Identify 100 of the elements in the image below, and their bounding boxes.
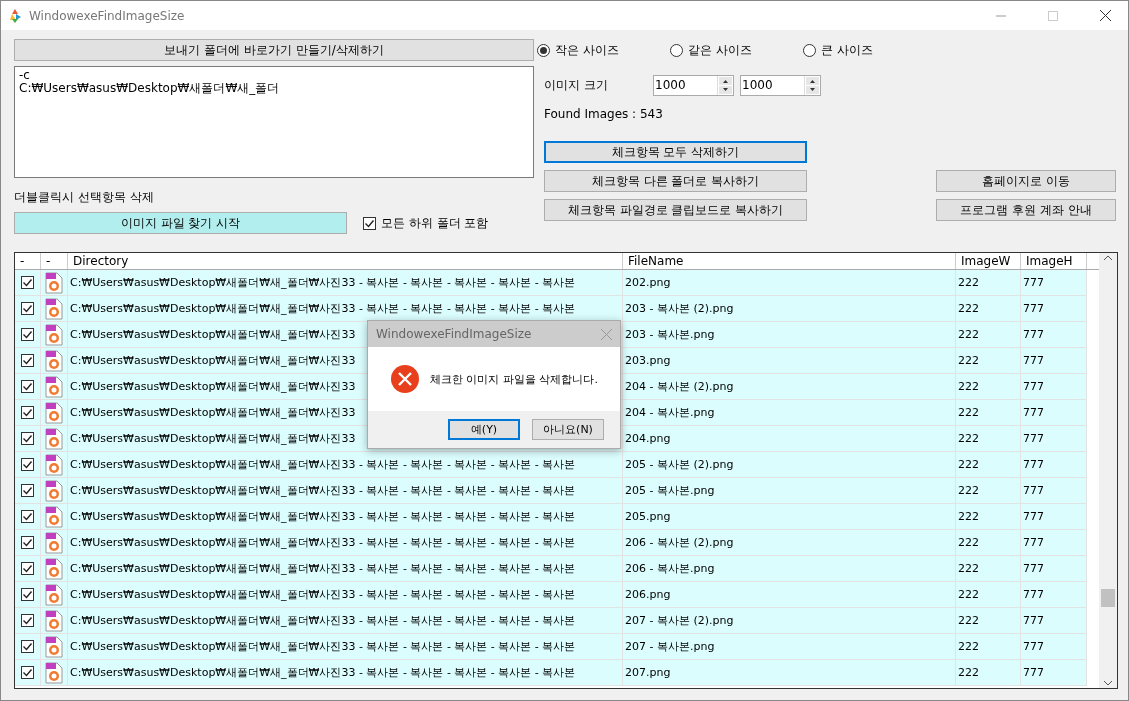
- column-header[interactable]: FileName: [623, 253, 956, 269]
- checkbox[interactable]: [21, 328, 34, 341]
- filename-cell: 203 - 복사본.png: [623, 322, 956, 348]
- radio-button[interactable]: [537, 43, 550, 57]
- column-header[interactable]: ImageW: [956, 253, 1021, 269]
- checkbox[interactable]: [21, 484, 34, 497]
- filename-cell: 206 - 복사본 (2).png: [623, 530, 956, 556]
- width-cell: 222: [956, 608, 1021, 634]
- side-button[interactable]: 프로그램 후원 계좌 안내: [936, 199, 1116, 221]
- checkbox[interactable]: [21, 432, 34, 445]
- png-file-icon: [45, 635, 63, 658]
- width-cell: 222: [956, 296, 1021, 322]
- radio-label: 작은 사이즈: [555, 41, 619, 59]
- height-cell: 777: [1021, 556, 1087, 582]
- directory-cell: C:₩Users₩asus₩Desktop₩새폴더₩새_폴더₩사진33 - 복사본 - 복사본 - 복사본 - 복사본 - 복사본: [68, 582, 623, 608]
- checkbox[interactable]: [21, 354, 34, 367]
- found-count: Found Images : 543: [543, 107, 664, 121]
- scroll-up-icon[interactable]: [1103, 255, 1113, 261]
- radio-label: 같은 사이즈: [688, 41, 752, 59]
- checkbox[interactable]: [21, 614, 34, 627]
- width-cell: 222: [956, 530, 1021, 556]
- checkbox[interactable]: [21, 302, 34, 315]
- column-header[interactable]: Directory: [68, 253, 623, 269]
- column-header[interactable]: ImageH: [1021, 253, 1087, 269]
- checkbox[interactable]: [21, 276, 34, 289]
- dialog-button[interactable]: 아니요(N): [532, 419, 604, 440]
- filename-cell: 204 - 복사본.png: [623, 400, 956, 426]
- png-file-icon: [45, 453, 63, 476]
- directory-cell: C:₩Users₩asus₩Desktop₩새폴더₩새_폴더₩사진33 - 복사본 - 복사본 - 복사본 - 복사본 - 복사본: [68, 270, 623, 296]
- png-file-icon: [45, 271, 63, 294]
- checkbox[interactable]: [21, 536, 34, 549]
- height-cell: 777: [1021, 608, 1087, 634]
- close-icon[interactable]: [1099, 10, 1111, 21]
- action-button[interactable]: 체크항목 모두 삭제하기: [544, 141, 807, 163]
- height-cell: 777: [1021, 426, 1087, 452]
- height-cell: 777: [1021, 296, 1087, 322]
- width-cell: 222: [956, 270, 1021, 296]
- height-cell: 777: [1021, 270, 1087, 296]
- width-cell: 222: [956, 348, 1021, 374]
- dialog-button[interactable]: 예(Y): [448, 419, 520, 440]
- png-file-icon: [45, 375, 63, 398]
- height-cell: 777: [1021, 452, 1087, 478]
- png-file-icon: [45, 349, 63, 372]
- scrollbar-thumb[interactable]: [1101, 589, 1115, 607]
- height-cell: 777: [1021, 634, 1087, 660]
- checkbox[interactable]: [21, 640, 34, 653]
- radio-label: 큰 사이즈: [821, 41, 873, 59]
- checkbox[interactable]: [21, 588, 34, 601]
- height-cell: 777: [1021, 504, 1087, 530]
- path-field[interactable]: -c C:₩Users₩asus₩Desktop₩새폴더₩새_폴더: [14, 66, 534, 178]
- width-cell: 222: [956, 504, 1021, 530]
- spin-arrows-icon[interactable]: [805, 76, 820, 95]
- filename-cell: 202.png: [623, 270, 956, 296]
- filename-cell: 207 - 복사본 (2).png: [623, 608, 956, 634]
- start-search-button[interactable]: 이미지 파일 찾기 시작: [14, 212, 347, 234]
- error-icon: [390, 364, 420, 394]
- scroll-down-icon[interactable]: [1103, 680, 1113, 686]
- action-button[interactable]: 체크항목 다른 폴더로 복사하기: [544, 170, 807, 192]
- png-file-icon: [45, 661, 63, 684]
- width-cell: 222: [956, 374, 1021, 400]
- directory-cell: C:₩Users₩asus₩Desktop₩새폴더₩새_폴더₩사진33 - 복사본 - 복사본 - 복사본 - 복사본 - 복사본: [68, 530, 623, 556]
- height-cell: 777: [1021, 582, 1087, 608]
- width-cell: 222: [956, 400, 1021, 426]
- side-button[interactable]: 홈페이지로 이동: [936, 170, 1116, 192]
- checkbox[interactable]: [21, 510, 34, 523]
- directory-cell: C:₩Users₩asus₩Desktop₩새폴더₩새_폴더₩사진33 - 복사본 - 복사본 - 복사본 - 복사본 - 복사본: [68, 634, 623, 660]
- checkbox[interactable]: [21, 458, 34, 471]
- directory-cell: C:₩Users₩asus₩Desktop₩새폴더₩새_폴더₩사진33 - 복사본 - 복사본 - 복사본 - 복사본 - 복사본: [68, 478, 623, 504]
- window-title: WindowexeFindImageSize: [29, 8, 186, 23]
- checkbox[interactable]: [21, 406, 34, 419]
- directory-cell: C:₩Users₩asus₩Desktop₩새폴더₩새_폴더₩사진33 - 복사본 - 복사본 - 복사본 - 복사본 - 복사본: [68, 660, 623, 686]
- spin-arrows-icon[interactable]: [718, 76, 733, 95]
- filename-cell: 203 - 복사본 (2).png: [623, 296, 956, 322]
- directory-cell: C:₩Users₩asus₩Desktop₩새폴더₩새_폴더₩사진33 - 복사본 - 복사본 - 복사본 - 복사본 - 복사본: [68, 452, 623, 478]
- filename-cell: 204.png: [623, 426, 956, 452]
- width-cell: 222: [956, 478, 1021, 504]
- height-cell: 777: [1021, 374, 1087, 400]
- shortcut-button[interactable]: 보내기 폴더에 바로가기 만들기/삭제하기: [14, 39, 534, 61]
- filename-cell: 206.png: [623, 582, 956, 608]
- checkbox[interactable]: [21, 562, 34, 575]
- action-button[interactable]: 체크항목 파일경로 클립보드로 복사하기: [544, 199, 807, 221]
- column-header[interactable]: -: [15, 253, 41, 269]
- radio-button[interactable]: [803, 43, 816, 57]
- checkbox-label: 모든 하위 폴더 포함: [381, 214, 489, 232]
- checkbox[interactable]: [21, 380, 34, 393]
- column-header[interactable]: -: [41, 253, 68, 269]
- dialog-title: WindowexeFindImageSize: [376, 327, 532, 341]
- radio-button[interactable]: [670, 43, 683, 57]
- height-cell: 777: [1021, 348, 1087, 374]
- width-cell: 222: [956, 634, 1021, 660]
- filename-cell: 205 - 복사본 (2).png: [623, 452, 956, 478]
- width-cell: 222: [956, 452, 1021, 478]
- png-file-icon: [45, 427, 63, 450]
- checkbox[interactable]: [21, 666, 34, 679]
- png-file-icon: [45, 323, 63, 346]
- checkbox[interactable]: [363, 216, 376, 230]
- number-field[interactable]: 1000: [740, 75, 821, 96]
- filename-cell: 207 - 복사본.png: [623, 634, 956, 660]
- png-file-icon: [45, 479, 63, 502]
- number-field[interactable]: 1000: [653, 75, 734, 96]
